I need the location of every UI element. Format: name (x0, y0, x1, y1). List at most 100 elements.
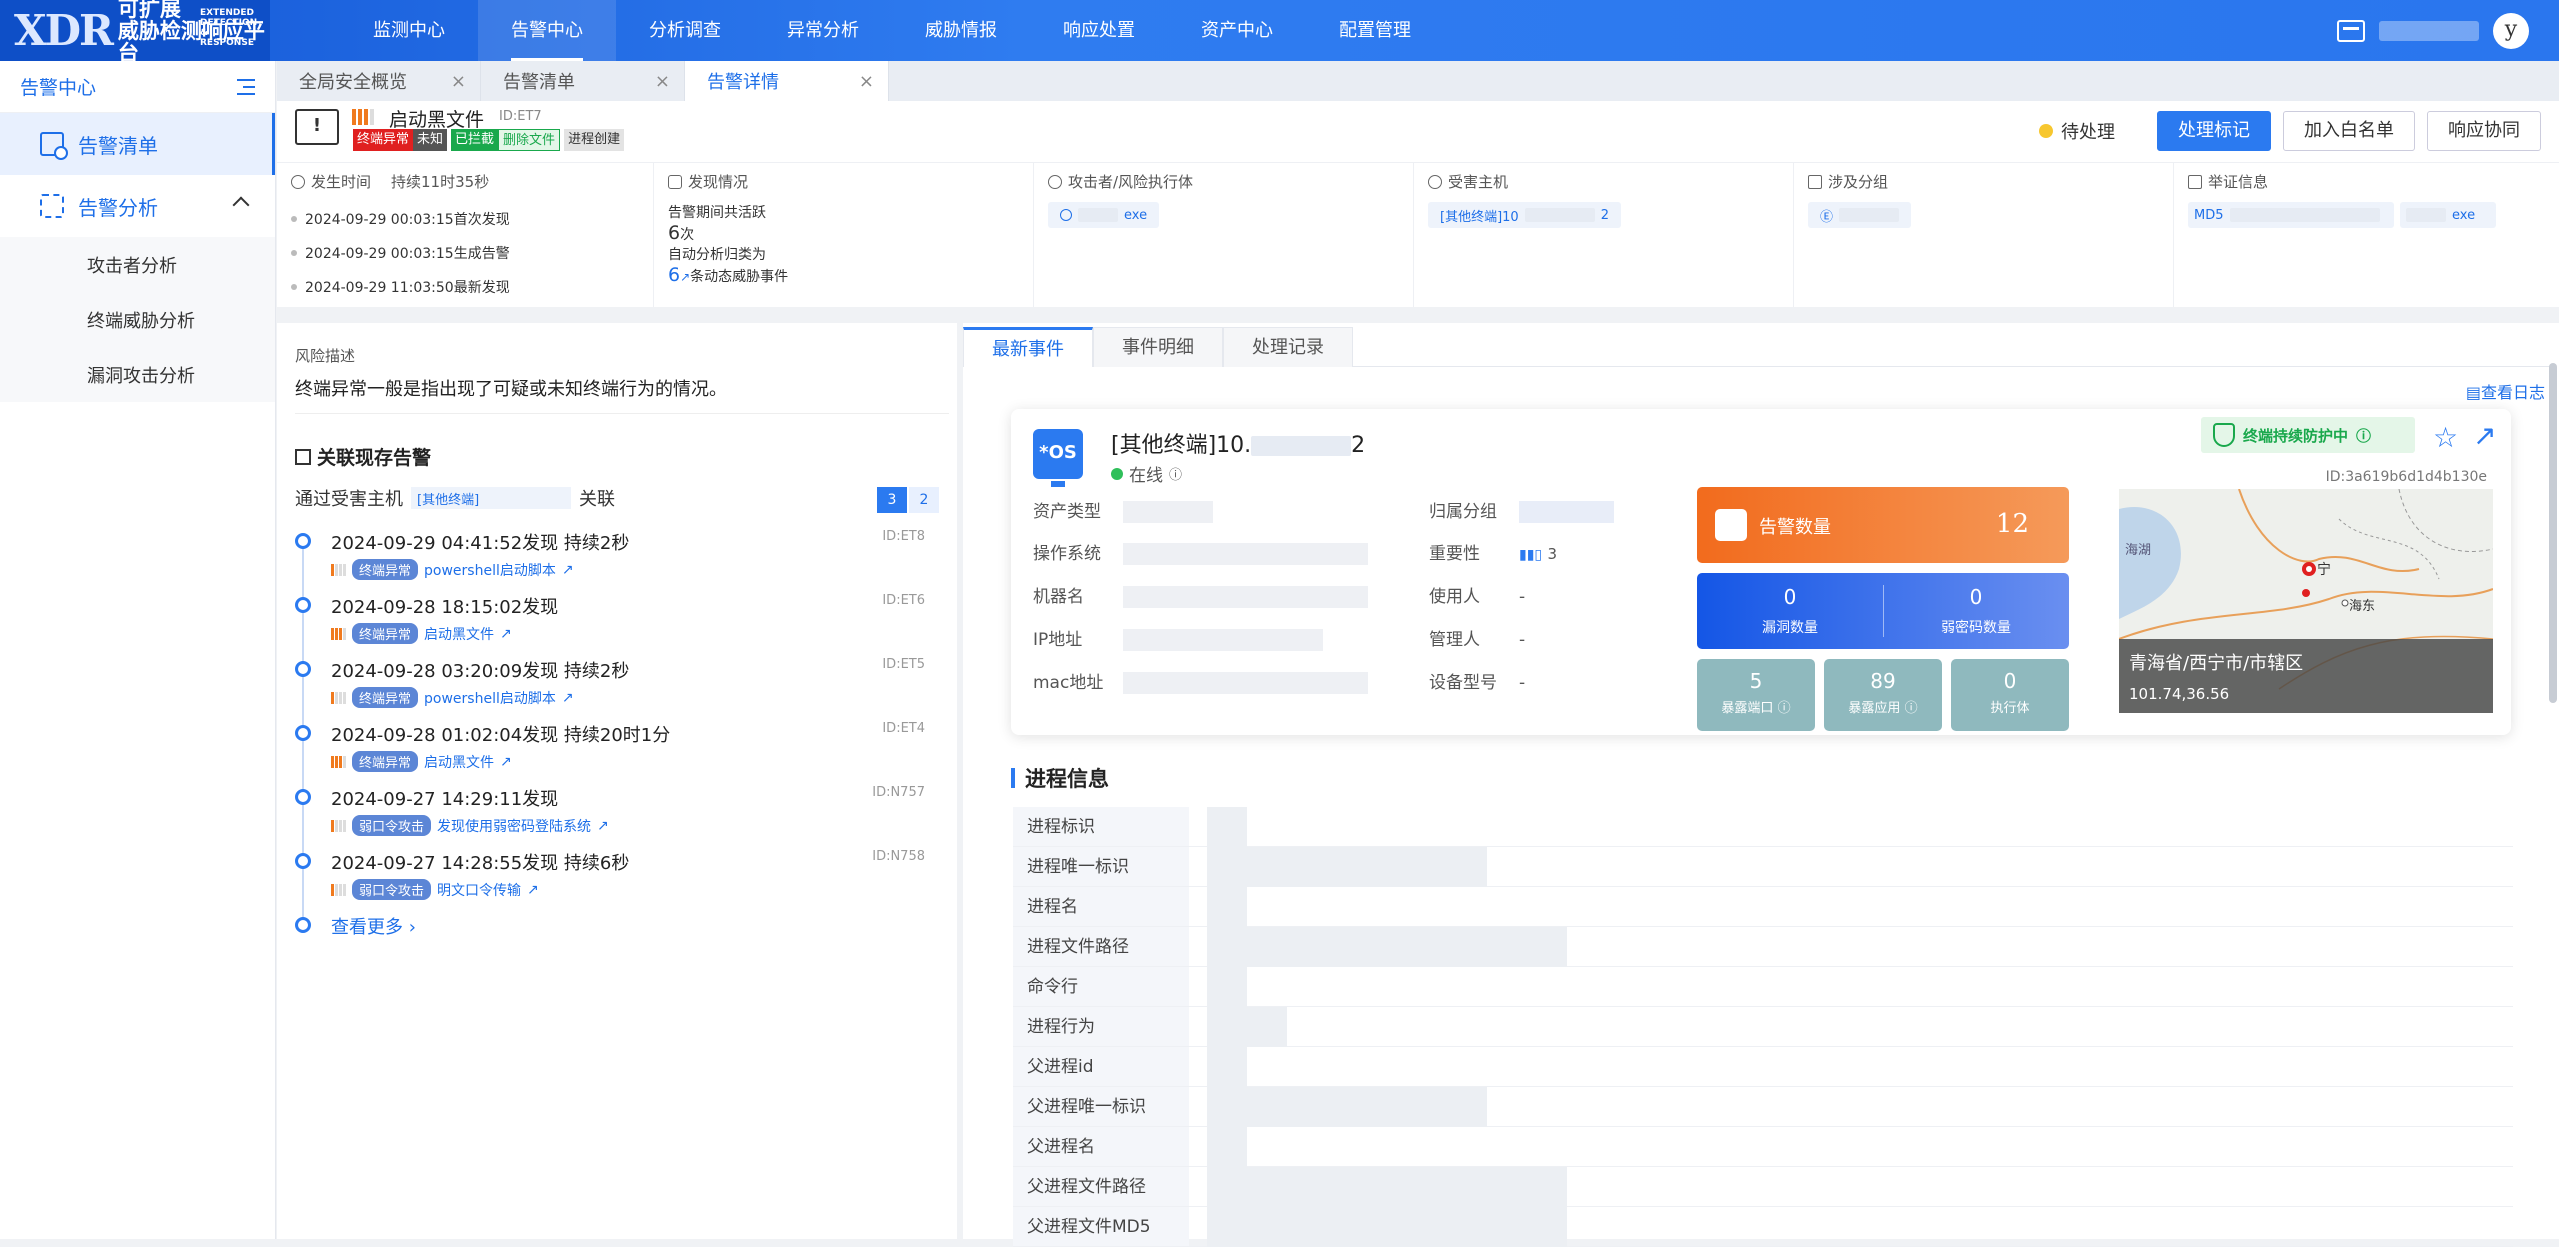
nav-threat-intel[interactable]: 威胁情报 (892, 0, 1030, 61)
table-row: 进程文件路径 (1013, 926, 2513, 967)
mark-button[interactable]: 处理标记 (2157, 111, 2271, 151)
tab-event-details[interactable]: 事件明细 (1093, 327, 1223, 367)
exec-box[interactable]: 0 执行体 (1951, 659, 2069, 731)
info-icon: ⓘ (1169, 468, 1183, 483)
field-label: 操作系统 (1033, 544, 1101, 564)
nav-monitor[interactable]: 监测中心 (340, 0, 478, 61)
item-link[interactable]: powershell启动脚本 (424, 560, 556, 580)
map-region: 青海省/西宁市/市辖区 (2129, 653, 2304, 674)
map-lake: 海湖 (2125, 543, 2152, 558)
ports-box[interactable]: 5 暴露端口 ⓘ (1697, 659, 1815, 731)
related-title: 关联现存告警 (295, 443, 431, 470)
item-link[interactable]: 明文口令传输 (437, 880, 521, 900)
message-icon[interactable] (2337, 19, 2365, 42)
star-icon[interactable]: ☆ (2433, 421, 2458, 454)
evidence-file[interactable]: exe (2400, 202, 2496, 228)
collapse-icon[interactable] (233, 78, 255, 96)
open-link-icon[interactable]: ↗ (2473, 419, 2496, 452)
table-row: 命令行 (1013, 966, 2513, 1007)
evidence-md5[interactable]: MD5 (2188, 202, 2394, 228)
alert-tags: 终端异常 未知 已拦截 删除文件 进程创建 (353, 129, 625, 151)
table-row: 父进程唯一标识 (1013, 1086, 2513, 1127)
tab-latest-events[interactable]: 最新事件 (963, 327, 1093, 367)
close-icon[interactable]: × (859, 71, 874, 92)
vuln-weak-box[interactable]: 0 漏洞数量 0 弱密码数量 (1697, 573, 2069, 649)
scrollbar[interactable] (2549, 363, 2557, 703)
sidebar-item-endpoint[interactable]: 终端威胁分析 (0, 292, 275, 347)
map-city: 宁 (2317, 562, 2331, 578)
sidebar-group-analysis[interactable]: 告警分析 (0, 175, 275, 237)
username-redacted[interactable] (2379, 20, 2479, 41)
nav-investigate[interactable]: 分析调查 (616, 0, 754, 61)
app-logo[interactable]: XDR 可扩展 威胁检测响应平台 EXTENDED DETECTION & RE… (0, 0, 270, 64)
close-icon[interactable]: × (655, 71, 670, 92)
victim-icon (1428, 174, 1442, 189)
view-log-link[interactable]: ▤查看日志 (2466, 379, 2545, 403)
alert-id: ID:ET7 (499, 109, 542, 124)
whitelist-button[interactable]: 加入白名单 (2283, 111, 2415, 151)
item-link[interactable]: powershell启动脚本 (424, 688, 556, 708)
event-text: 条动态威胁事件 (690, 269, 789, 285)
victim-count: 2 (1600, 207, 1609, 223)
row-key: 进程唯一标识 (1013, 847, 1189, 886)
list-item[interactable]: 2024-09-28 03:20:09发现 持续2秒 ID:ET5 终端异常 po… (295, 651, 945, 715)
importance-value: 3 (1547, 545, 1558, 563)
tab-alert-list[interactable]: 告警清单 × (481, 61, 685, 101)
protect-label: 终端持续防护中 (2243, 426, 2349, 445)
nav-config[interactable]: 配置管理 (1306, 0, 1444, 61)
chevron-right-icon: › (408, 917, 416, 938)
sidebar-item-alert-list[interactable]: 告警清单 (0, 113, 275, 175)
list-item[interactable]: 2024-09-28 18:15:02发现 ID:ET6 终端异常 启动黑文件 ↗ (295, 587, 945, 651)
status-badge[interactable]: 待处理 (2039, 118, 2115, 144)
avatar[interactable]: y (2493, 12, 2529, 49)
discover-line2: 自动分析归类为 (668, 247, 766, 263)
time-latest: 2024-09-29 11:03:50最新发现 (305, 280, 510, 296)
attacker-pill[interactable]: exe (1048, 202, 1160, 228)
alert-count-label: 告警数量 (1759, 517, 1831, 538)
sidebar: 告警中心 告警清单 告警分析 攻击者分析 终端威胁分析 漏洞攻击分析 (0, 61, 276, 1239)
sidebar-item-attacker[interactable]: 攻击者分析 (0, 237, 275, 292)
tab-alert-detail[interactable]: 告警详情 × (685, 61, 889, 101)
field-label: 使用人 (1429, 587, 1480, 607)
event-count[interactable]: 6 (668, 264, 680, 286)
ports-label: 暴露端口 (1721, 701, 1774, 716)
tab-handling-records[interactable]: 处理记录 (1223, 327, 1353, 367)
item-id: ID:ET6 (882, 593, 925, 608)
related-host[interactable]: [其他终端] (411, 487, 571, 509)
tab-overview[interactable]: 全局安全概览 × (277, 61, 481, 101)
list-item[interactable]: 2024-09-27 14:29:11发现 ID:N757 弱口令攻击 发现使用弱… (295, 779, 945, 843)
more-link[interactable]: 查看更多 (331, 917, 403, 938)
tag-proc: 进程创建 (564, 129, 625, 151)
response-button[interactable]: 响应协同 (2427, 111, 2541, 151)
row-key: 父进程文件MD5 (1013, 1207, 1189, 1246)
field-label: 归属分组 (1429, 502, 1497, 522)
os-icon: *OS (1033, 429, 1083, 487)
item-tag: 终端异常 (352, 751, 419, 772)
alert-count-box[interactable]: 告警数量 12 (1697, 487, 2069, 563)
row-key: 父进程id (1013, 1047, 1189, 1086)
list-item[interactable]: 2024-09-28 01:02:04发现 持续20时1分 ID:ET4 终端异… (295, 715, 945, 779)
item-link[interactable]: 启动黑文件 (424, 624, 494, 644)
location-map[interactable]: 海湖 宁 海东 青海省/西宁市/市辖区 101.74,36.56 (2119, 489, 2493, 713)
apps-box[interactable]: 89 暴露应用 ⓘ (1824, 659, 1942, 731)
group-pill[interactable]: Ⓔ (1808, 202, 1912, 228)
close-icon[interactable]: × (451, 71, 466, 92)
victim-pill[interactable]: [其他终端]10 2 (1428, 202, 1621, 228)
item-link[interactable]: 启动黑文件 (424, 752, 494, 772)
alert-list-icon (40, 132, 68, 160)
list-item[interactable]: 2024-09-27 14:28:55发现 持续6秒 ID:N758 弱口令攻击… (295, 843, 945, 907)
shield-icon (2213, 423, 2235, 447)
item-link[interactable]: 发现使用弱密码登陆系统 (437, 816, 591, 836)
nav-anomaly[interactable]: 异常分析 (754, 0, 892, 61)
nav-response[interactable]: 响应处置 (1030, 0, 1168, 61)
pager-page[interactable]: 2 (909, 487, 939, 513)
pager-page[interactable]: 3 (877, 487, 907, 513)
sidebar-item-vuln[interactable]: 漏洞攻击分析 (0, 347, 275, 402)
list-item[interactable]: 2024-09-29 04:41:52发现 持续2秒 ID:ET8 终端异常 po… (295, 523, 945, 587)
nav-alerts[interactable]: 告警中心 (478, 0, 616, 61)
evidence-icon (2188, 174, 2202, 189)
nav-assets[interactable]: 资产中心 (1168, 0, 1306, 61)
host-title[interactable]: [其他终端]10. 2 (1111, 427, 1365, 459)
item-tag: 终端异常 (352, 559, 419, 580)
discover-title: 发现情况 (688, 173, 749, 191)
